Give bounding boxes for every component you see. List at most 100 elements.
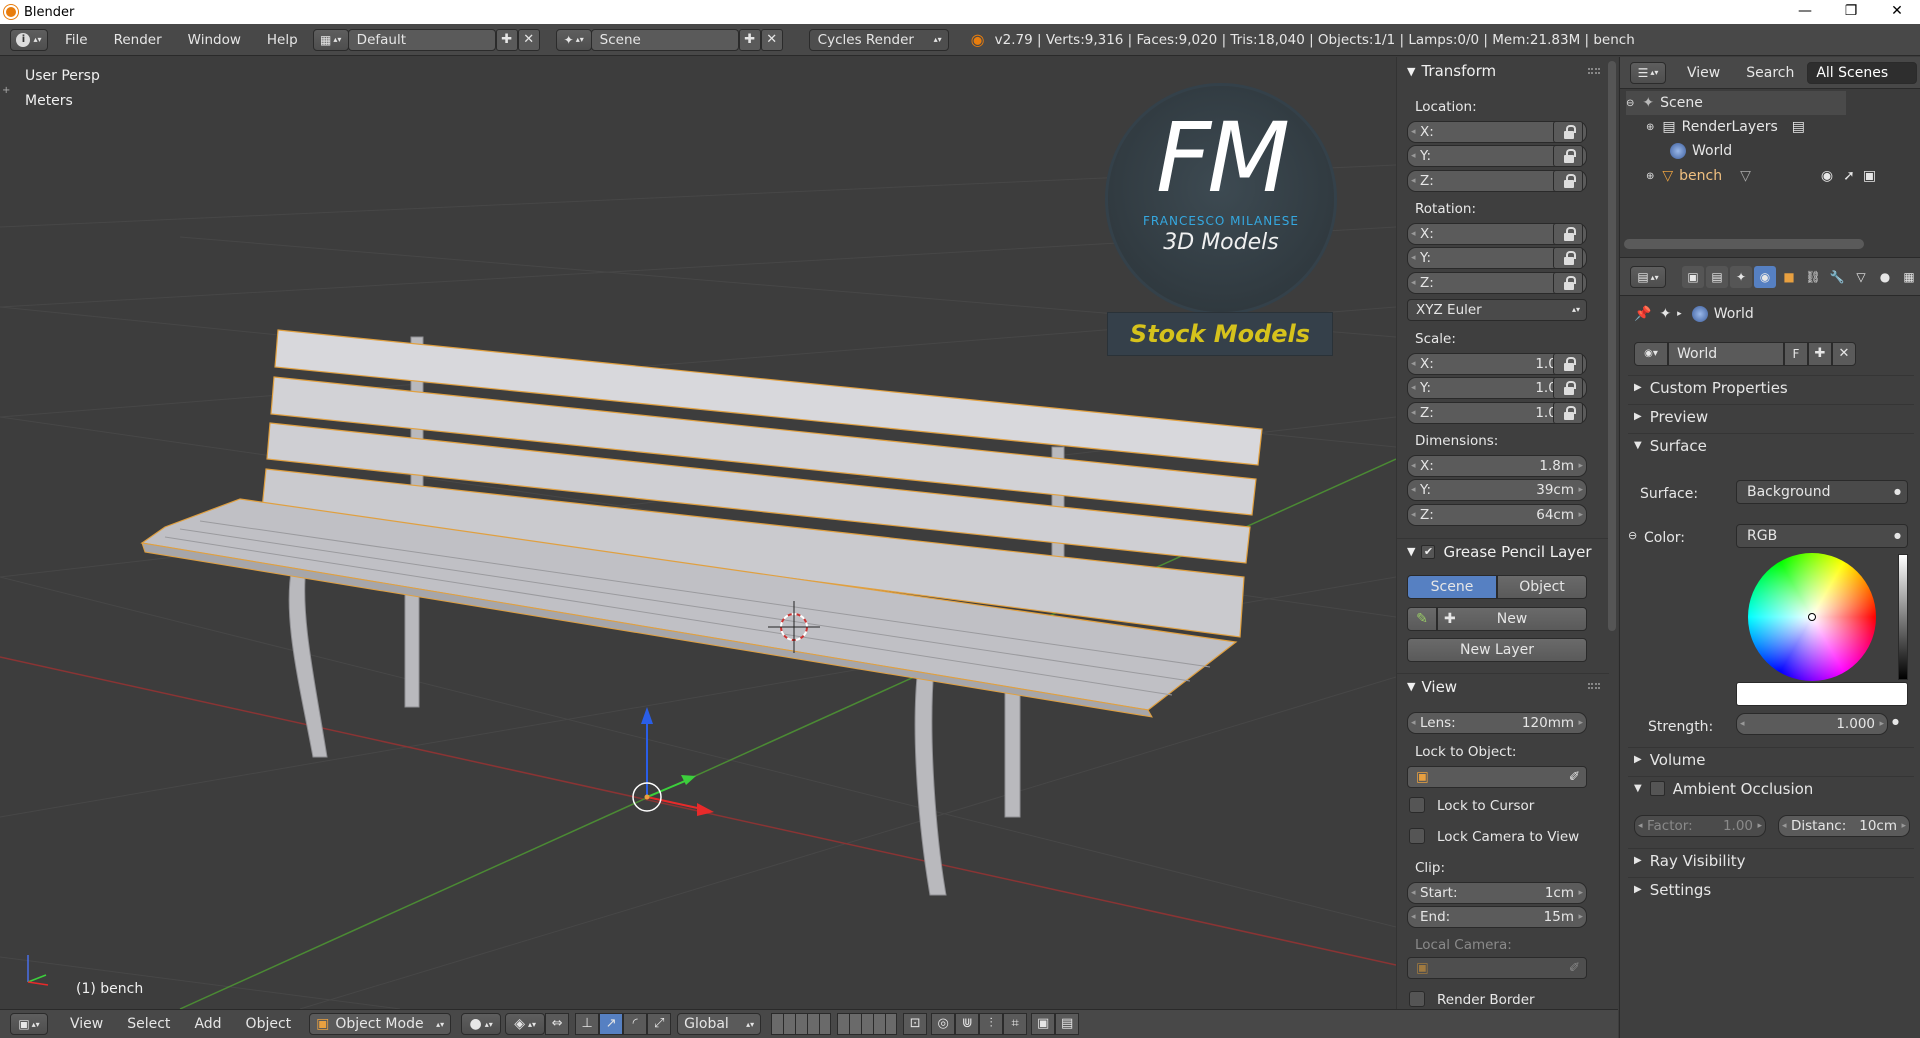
color-swatch[interactable] bbox=[1736, 682, 1908, 706]
tab-scene[interactable]: Scene bbox=[1407, 575, 1497, 599]
modifiers-tab-icon[interactable]: 🔧 bbox=[1826, 266, 1848, 288]
tree-item-bench[interactable]: ⊕ ▽ bench ▽ ◉ ➚ ▣ bbox=[1646, 164, 1916, 188]
ambient-occlusion-checkbox[interactable] bbox=[1649, 781, 1665, 796]
scene-browse-button[interactable]: ✦ ▴▾ bbox=[555, 28, 592, 51]
lock-rotation-z-icon[interactable] bbox=[1553, 272, 1583, 294]
interaction-mode-select[interactable]: ▣ Object Mode ▴▾ bbox=[309, 1013, 452, 1035]
snap-target-button[interactable]: ⌗ bbox=[1003, 1013, 1028, 1035]
ao-distance-field[interactable]: Distanc:10cm bbox=[1778, 815, 1910, 837]
layers-group-1[interactable] bbox=[771, 1013, 832, 1035]
clip-end-field[interactable]: End:15m bbox=[1407, 906, 1587, 928]
scene-tab-icon[interactable]: ✦ bbox=[1730, 266, 1752, 288]
world-name-field[interactable]: World bbox=[1668, 342, 1784, 366]
proportional-edit-button[interactable]: ◎ bbox=[931, 1013, 956, 1035]
expand-toggle-icon[interactable]: ⊕ bbox=[1646, 122, 1654, 133]
lock-location-z-icon[interactable] bbox=[1553, 170, 1583, 192]
viewport-shading-select[interactable]: ● ▴▾ bbox=[461, 1013, 502, 1035]
tree-item-scene[interactable]: ⊖ ✦ Scene bbox=[1626, 91, 1846, 115]
render-engine-select[interactable]: Cycles Render ▴▾ bbox=[808, 28, 949, 51]
add-scene-button[interactable]: ✚ bbox=[738, 28, 761, 51]
tree-item-renderlayers[interactable]: ⊕ ▤ RenderLayers ▤ bbox=[1646, 115, 1805, 139]
eyedropper-icon[interactable]: ✐ bbox=[1569, 767, 1580, 787]
grease-pencil-checkbox[interactable]: ✔ bbox=[1421, 544, 1436, 559]
view-panel-header[interactable]: ▼ View bbox=[1397, 673, 1609, 699]
transform-panel-header[interactable]: ▼ Transform bbox=[1397, 58, 1609, 84]
constraints-tab-icon[interactable]: ⛓ bbox=[1802, 266, 1824, 288]
editor-type-properties-button[interactable]: ▤ ▴▾ bbox=[1630, 266, 1666, 288]
toolshelf-toggle-icon[interactable]: + bbox=[2, 85, 10, 96]
dimensions-x-field[interactable]: X:1.8m bbox=[1407, 455, 1587, 477]
outliner-display-mode-select[interactable]: All Scenes bbox=[1807, 61, 1918, 84]
drag-grip-icon[interactable] bbox=[1588, 68, 1600, 74]
lens-field[interactable]: Lens:120mm bbox=[1407, 712, 1587, 734]
editor-type-info-button[interactable]: i ▴▾ bbox=[10, 28, 48, 51]
section-custom-properties[interactable]: ▶ Custom Properties bbox=[1628, 375, 1914, 399]
visibility-eye-icon[interactable]: ◉ bbox=[1821, 168, 1833, 184]
scene-field[interactable]: Scene bbox=[590, 28, 739, 51]
snap-element-select[interactable]: ⫶ bbox=[979, 1013, 1004, 1035]
selectability-cursor-icon[interactable]: ➚ bbox=[1843, 168, 1855, 184]
lock-location-y-icon[interactable] bbox=[1553, 145, 1583, 167]
layers-group-2[interactable] bbox=[837, 1013, 898, 1035]
sidebar-scrollbar[interactable] bbox=[1608, 61, 1616, 631]
menu-object[interactable]: Object bbox=[234, 1016, 304, 1032]
menu-window[interactable]: Window bbox=[175, 24, 254, 56]
menu-select[interactable]: Select bbox=[115, 1016, 182, 1032]
surface-shader-select[interactable]: Background ● bbox=[1736, 480, 1908, 504]
move-manipulator-button[interactable]: ↗ bbox=[599, 1013, 624, 1035]
restore-button[interactable]: ❐ bbox=[1828, 0, 1874, 24]
section-preview[interactable]: ▶ Preview bbox=[1628, 404, 1914, 428]
layer-buttons[interactable] bbox=[771, 1013, 898, 1035]
value-slider[interactable] bbox=[1898, 554, 1908, 680]
outliner-h-scrollbar[interactable] bbox=[1624, 239, 1864, 249]
local-camera-field[interactable]: ▣ ✐ bbox=[1407, 957, 1587, 979]
manipulator-toggle-button[interactable]: ⇔ bbox=[545, 1013, 570, 1035]
section-volume[interactable]: ▶ Volume bbox=[1628, 747, 1914, 771]
material-tab-icon[interactable]: ● bbox=[1874, 266, 1896, 288]
menu-view[interactable]: View bbox=[58, 1016, 115, 1032]
pin-icon[interactable]: 📌 bbox=[1634, 306, 1651, 322]
editor-type-3dview-button[interactable]: ▣ ▴▾ bbox=[10, 1013, 48, 1035]
outliner-menu-view[interactable]: View bbox=[1674, 57, 1733, 89]
color-socket-toggle-icon[interactable]: ⊖ bbox=[1628, 529, 1637, 542]
texture-tab-icon[interactable]: ▦ bbox=[1898, 266, 1920, 288]
add-world-button[interactable]: ✚ bbox=[1808, 342, 1832, 366]
lock-rotation-x-icon[interactable] bbox=[1553, 223, 1583, 245]
expand-toggle-icon[interactable]: ⊕ bbox=[1646, 171, 1654, 182]
editor-type-outliner-button[interactable]: ☰ ▴▾ bbox=[1630, 61, 1666, 84]
color-wheel[interactable] bbox=[1748, 553, 1876, 681]
color-mode-select[interactable]: RGB ● bbox=[1736, 524, 1908, 548]
ao-factor-field[interactable]: Factor:1.00 bbox=[1634, 815, 1766, 837]
world-tab-icon[interactable]: ◉ bbox=[1754, 266, 1776, 288]
rotate-manipulator-button[interactable]: ◜ bbox=[623, 1013, 648, 1035]
grease-pencil-panel-header[interactable]: ▼ ✔ Grease Pencil Layer bbox=[1397, 538, 1609, 564]
fake-user-button[interactable]: F bbox=[1784, 342, 1808, 366]
link-dot-icon[interactable]: ● bbox=[1892, 717, 1899, 726]
menu-render[interactable]: Render bbox=[101, 24, 175, 56]
translate-manipulator-button[interactable]: ⊥ bbox=[575, 1013, 600, 1035]
render-tab-icon[interactable]: ▣ bbox=[1682, 266, 1704, 288]
remove-screen-button[interactable]: ✕ bbox=[517, 28, 540, 51]
world-browse-button[interactable]: ◉▾ bbox=[1634, 342, 1668, 366]
render-border-checkbox[interactable] bbox=[1409, 991, 1425, 1007]
pivot-point-select[interactable]: ◈ ▴▾ bbox=[505, 1013, 546, 1035]
rotation-mode-select[interactable]: XYZ Euler ▴▾ bbox=[1407, 299, 1587, 321]
menu-help[interactable]: Help bbox=[254, 24, 311, 56]
dimensions-z-field[interactable]: Z:64cm bbox=[1407, 504, 1587, 526]
collapse-toggle-icon[interactable]: ⊖ bbox=[1626, 98, 1634, 109]
tab-object[interactable]: Object bbox=[1497, 575, 1587, 599]
lock-location-x-icon[interactable] bbox=[1553, 121, 1583, 143]
scale-manipulator-button[interactable]: ⤢ bbox=[647, 1013, 672, 1035]
unlink-world-button[interactable]: ✕ bbox=[1832, 342, 1856, 366]
lock-camera-to-view-checkbox[interactable] bbox=[1409, 828, 1425, 844]
tree-item-world[interactable]: World bbox=[1670, 139, 1732, 163]
layer-lock-button[interactable]: ⊡ bbox=[903, 1013, 928, 1035]
render-camera-icon[interactable]: ▣ bbox=[1863, 168, 1876, 184]
lock-scale-y-icon[interactable] bbox=[1553, 377, 1583, 399]
add-screen-button[interactable]: ✚ bbox=[495, 28, 518, 51]
minimize-button[interactable]: — bbox=[1782, 0, 1828, 24]
transform-orientation-select[interactable]: Global ▴▾ bbox=[677, 1013, 762, 1035]
render-layers-tab-icon[interactable]: ▤ bbox=[1706, 266, 1728, 288]
drag-grip-icon[interactable] bbox=[1588, 683, 1600, 689]
screen-layout-browse-button[interactable]: ▦ ▴▾ bbox=[312, 28, 349, 51]
